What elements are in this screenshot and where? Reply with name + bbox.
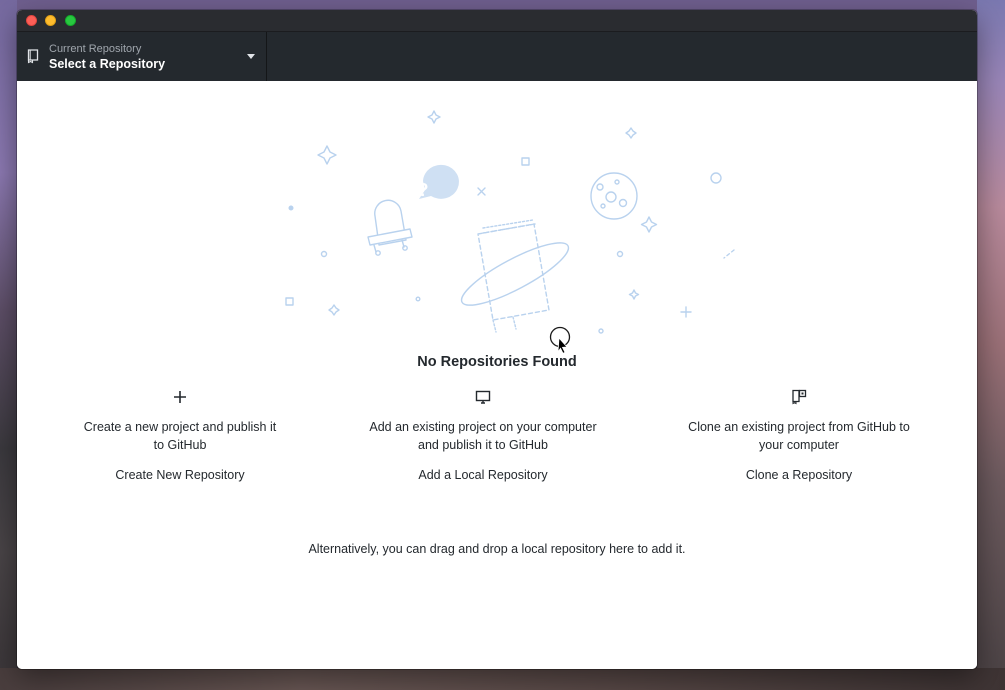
- create-new-repository-button[interactable]: Create New Repository: [115, 468, 244, 482]
- current-repository-dropdown[interactable]: Current Repository Select a Repository: [17, 32, 267, 81]
- description-line: and publish it to GitHub: [418, 438, 548, 452]
- option-description: Clone an existing project from GitHub to…: [649, 418, 949, 454]
- window-minimize-button[interactable]: [45, 15, 56, 26]
- add-local-repository-button[interactable]: Add a Local Repository: [418, 468, 547, 482]
- title-bar: [17, 10, 977, 32]
- sparkle-icon: [285, 297, 294, 306]
- sparkle-icon: [427, 110, 441, 124]
- chevron-down-icon: [247, 54, 255, 59]
- telescope-icon: [367, 199, 413, 256]
- description-line: to GitHub: [153, 438, 207, 452]
- toolbar: Current Repository Select a Repository: [17, 32, 977, 82]
- sparkle-icon: [317, 145, 337, 165]
- question-bubble-icon: ?: [418, 164, 459, 200]
- repository-icon: [27, 49, 39, 64]
- notebook-planet-icon: [460, 219, 570, 333]
- current-repository-value: Select a Repository: [49, 57, 166, 71]
- sparkle-icon: [521, 157, 530, 166]
- sparkle-icon: [328, 304, 340, 316]
- sparkle-icon: [625, 127, 637, 139]
- drag-drop-hint: Alternatively, you can drag and drop a l…: [308, 542, 686, 556]
- cross-icon: [477, 187, 486, 196]
- plus-sparkle-icon: [680, 306, 692, 318]
- option-description: Add an existing project on your computer…: [333, 418, 633, 454]
- mouse-cursor-icon: [549, 326, 571, 354]
- svg-text:?: ?: [418, 180, 429, 200]
- empty-state-title: No Repositories Found: [417, 354, 577, 370]
- space-illustration: ?: [285, 110, 735, 334]
- desktop-wallpaper-left: [0, 0, 17, 690]
- current-repository-caption: Current Repository: [49, 43, 142, 55]
- description-line: your computer: [759, 438, 839, 452]
- sparkle-icon: [640, 216, 658, 233]
- desktop-computer-icon: [475, 390, 491, 404]
- description-line: Create a new project and publish it: [83, 420, 277, 434]
- sparkle-icon: [628, 289, 640, 300]
- option-description: Create a new project and publish it to G…: [30, 418, 330, 454]
- clone-repo-icon: [792, 389, 807, 405]
- window-close-button[interactable]: [26, 15, 37, 26]
- app-window: Current Repository Select a Repository ?…: [17, 10, 977, 669]
- clone-repository-option: Clone an existing project from GitHub to…: [649, 389, 949, 484]
- description-line: Clone an existing project from GitHub to: [688, 420, 910, 434]
- window-zoom-button[interactable]: [65, 15, 76, 26]
- desktop-wallpaper-bottom: [0, 668, 1005, 690]
- plus-icon: [174, 391, 186, 403]
- clone-repository-button[interactable]: Clone a Repository: [746, 468, 852, 482]
- desktop-wallpaper-right: [977, 0, 1005, 690]
- no-repositories-view: ? No Repositories Found Create a new pro…: [17, 81, 977, 669]
- add-local-repository-option: Add an existing project on your computer…: [333, 389, 633, 484]
- create-repository-option: Create a new project and publish it to G…: [30, 389, 330, 484]
- description-line: Add an existing project on your computer: [369, 420, 597, 434]
- moon-icon: [590, 172, 638, 220]
